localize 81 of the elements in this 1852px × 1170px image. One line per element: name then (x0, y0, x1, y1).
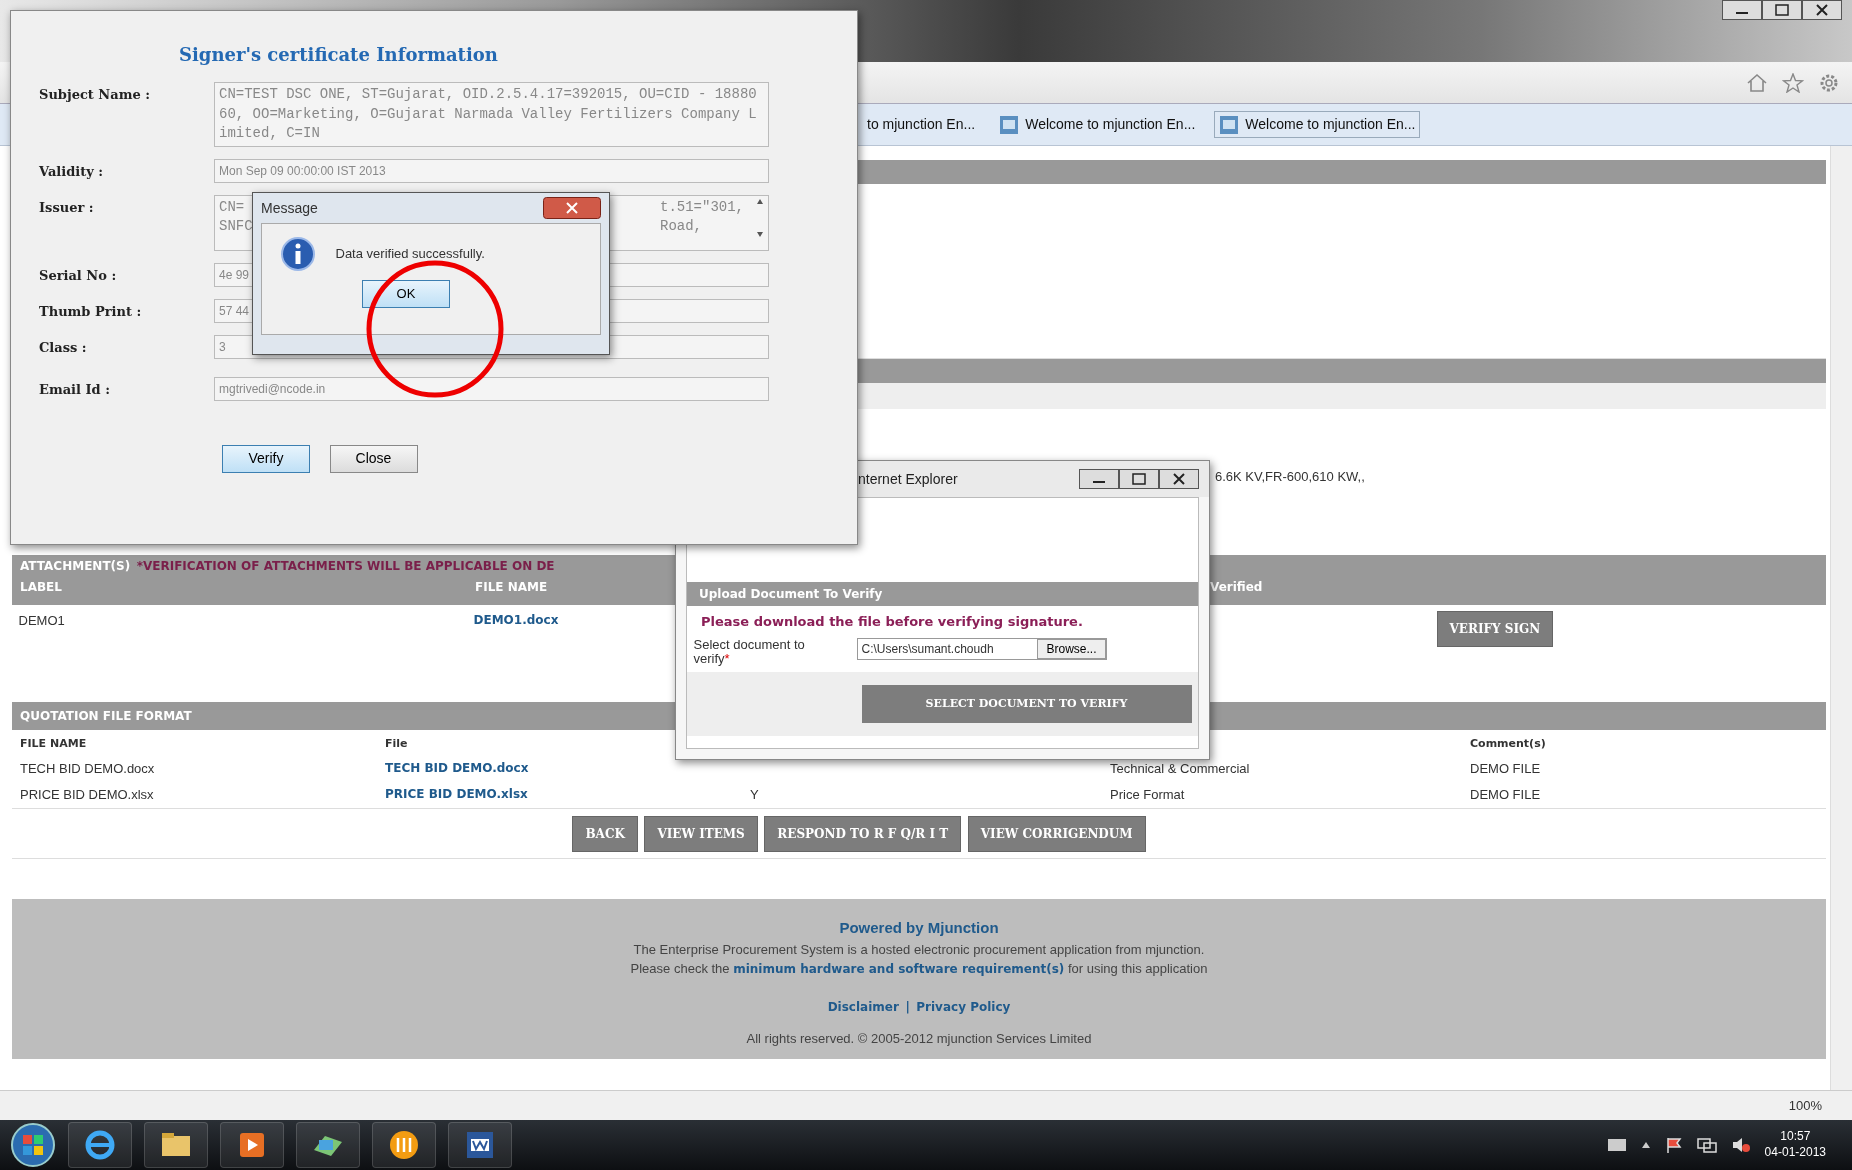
page-icon (999, 114, 1020, 135)
verify-sign-button[interactable]: VERIFY SIGN (1436, 611, 1554, 648)
select-document-button[interactable]: SELECT DOCUMENT TO VERIFY (861, 685, 1192, 724)
browse-button[interactable]: Browse... (1037, 638, 1106, 659)
table-cell-text: DEMO FILE (1470, 786, 1541, 805)
network-icon[interactable] (1696, 1136, 1717, 1154)
action-button[interactable]: RESPOND TO R F Q/R I T (764, 815, 962, 852)
clock-date[interactable]: 04-01-2013 (1764, 1145, 1826, 1161)
keyboard-icon[interactable] (1606, 1138, 1627, 1152)
table-cell-text: DEMO1 (18, 612, 65, 631)
browser-icon[interactable] (83, 1128, 117, 1162)
footer-title: Powered by Mjunction (839, 919, 999, 936)
dialog-button[interactable]: Verify (222, 444, 310, 473)
message-text: Data verified successfully. (335, 245, 485, 264)
dialog-title: nternet Explorer (858, 469, 958, 489)
table-cell-text: TECH BID DEMO.docx (20, 760, 155, 779)
column-header: FILE NAME (475, 580, 548, 595)
field-label: Serial No : (39, 266, 118, 285)
close-button[interactable] (1802, 0, 1842, 20)
home-icon[interactable] (1746, 72, 1768, 93)
table-cell-text: Price Format (1110, 786, 1185, 805)
close-button[interactable] (543, 197, 601, 219)
file-link[interactable]: DEMO1.docx (473, 611, 559, 702)
table-cell-text: Technical & Commercial (1110, 760, 1250, 779)
warning-text: Please download the file before verifying signature. (700, 613, 1084, 631)
caret-icon[interactable] (1640, 1140, 1651, 1150)
column-header: File (385, 736, 408, 753)
column-header: FILE NAME (20, 736, 87, 753)
footer-link[interactable]: Privacy Policy (916, 998, 1011, 1016)
column-header: Verified (1210, 580, 1263, 595)
clock-time[interactable]: 10:57 (1764, 1129, 1826, 1145)
action-button[interactable]: VIEW CORRIGENDUM (967, 815, 1146, 852)
maximize-button[interactable] (1119, 469, 1159, 489)
field-label: Class : (39, 338, 88, 357)
minimize-button[interactable] (1079, 469, 1119, 489)
requirements-link[interactable]: minimum hardware and software requirement(s) (733, 962, 1065, 976)
scrollbar[interactable] (1830, 146, 1852, 1090)
column-header: Comment(s) (1470, 736, 1546, 753)
file-input-field[interactable]: C:\Users\sumant.choudh Browse... (856, 637, 1107, 660)
field-label: Select document to verify* (693, 637, 806, 667)
dialog-title: Signer's certificate Information (179, 43, 499, 67)
browser-tab[interactable]: Welcome to mjunction En... (1214, 111, 1421, 138)
field-label: Subject Name : (39, 86, 151, 104)
scroll-arrows-icon (756, 197, 764, 238)
browser-tab[interactable]: to mjunction En... (862, 111, 981, 138)
field-label: Thumb Print : (39, 302, 143, 321)
info-icon (280, 236, 316, 272)
dialog-button[interactable]: Close (329, 444, 418, 473)
file-link[interactable]: PRICE BID DEMO.xlsx (385, 785, 528, 805)
spec-text: 6.6K KV,FR-600,610 KW,, (1215, 469, 1365, 484)
field-label: Email Id : (39, 380, 111, 399)
footer-text: The Enterprise Procurement System is a hosted electronic procurement application from mjunction. (633, 941, 1205, 957)
dialog-header: Upload Document To Verify (687, 582, 1198, 606)
action-button[interactable]: VIEW ITEMS (644, 815, 758, 852)
section-note: *VERIFICATION OF ATTACHMENTS WILL BE APPLICABLE ON DE (136, 558, 555, 575)
section-title: ATTACHMENT(S) (20, 558, 131, 575)
table-cell-text: PRICE BID DEMO.xlsx (20, 786, 154, 805)
start-button[interactable] (10, 1122, 56, 1168)
column-header: LABEL (20, 580, 62, 595)
footer-link[interactable]: Disclaimer (827, 998, 899, 1016)
maximize-button[interactable] (1762, 0, 1802, 20)
table-cell-text: DEMO FILE (1470, 760, 1541, 779)
ok-button[interactable]: OK (362, 280, 450, 308)
flag-icon[interactable] (1664, 1136, 1683, 1154)
file-link[interactable]: TECH BID DEMO.docx (385, 759, 529, 779)
star-icon[interactable] (1782, 72, 1804, 93)
zoom-level[interactable]: 100% (1788, 1095, 1822, 1116)
field-label: Issuer : (39, 198, 95, 217)
footer-text: Please check the minimum hardware and software requirement(s) for using this application (630, 961, 1208, 976)
separator: | (905, 999, 910, 1016)
close-button[interactable] (1159, 469, 1199, 489)
field-label: Validity : (39, 162, 105, 181)
copyright-text: All rights reserved. © 2005-2012 mjunction Services Limited (746, 1031, 1092, 1046)
browser-tab[interactable]: Welcome to mjunction En... (994, 111, 1201, 138)
action-button[interactable]: BACK (572, 815, 638, 852)
minimize-button[interactable] (1722, 0, 1762, 20)
dialog-title: Message (261, 198, 318, 218)
speaker-icon[interactable] (1730, 1136, 1751, 1154)
page-icon (1219, 114, 1240, 135)
app-icon[interactable] (387, 1128, 421, 1162)
table-cell-text: Y (750, 786, 759, 805)
